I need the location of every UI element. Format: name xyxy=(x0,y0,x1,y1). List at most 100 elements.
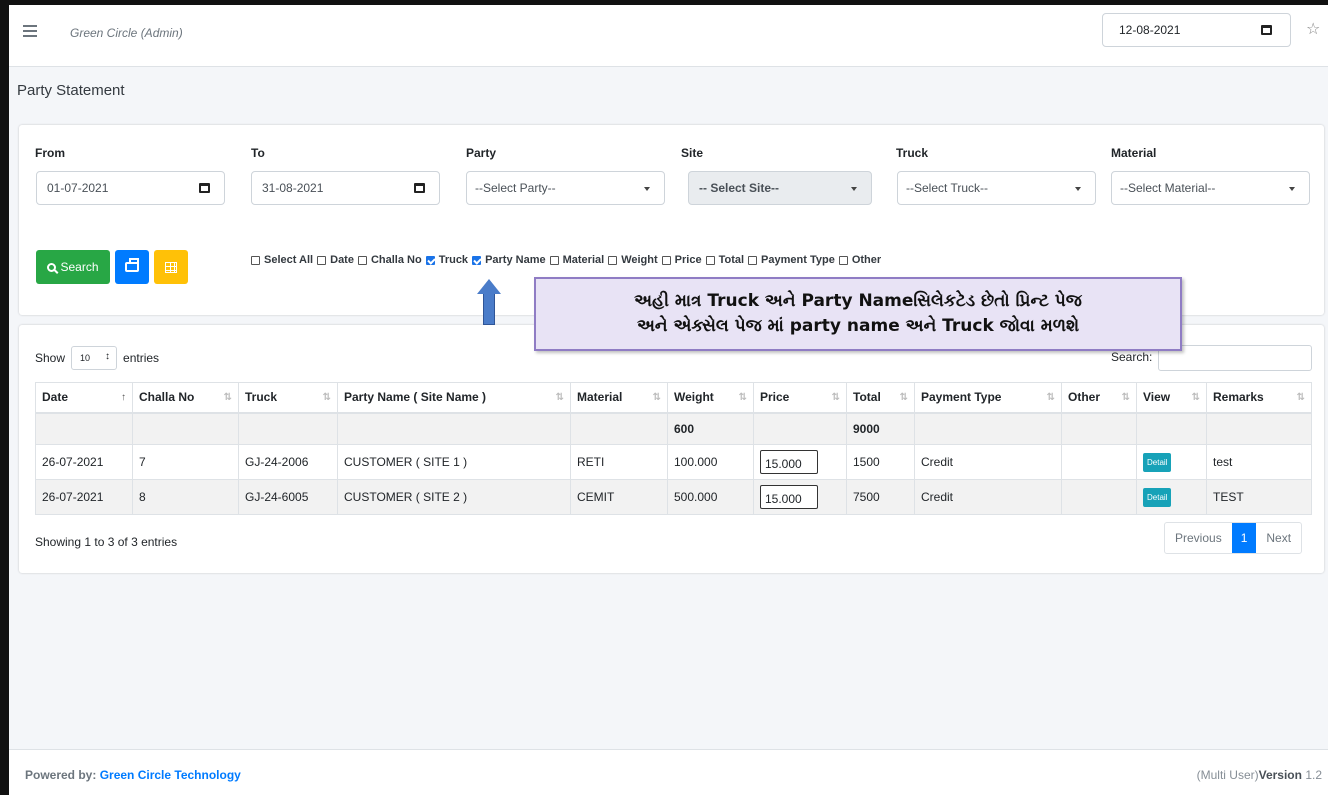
cell-remarks: TEST xyxy=(1206,479,1312,515)
checkbox[interactable] xyxy=(838,255,848,265)
table-header-row: Date ↑ Challa No ⇅ Truck ⇅ Party Name ( Sit… xyxy=(35,382,1312,414)
col-challa-no[interactable]: Challa No ⇅ xyxy=(132,382,239,414)
edition-label: (Multi User) xyxy=(1196,768,1259,782)
star-icon[interactable]: ☆ xyxy=(1306,19,1320,39)
page-length: Show 10 entries xyxy=(35,346,159,370)
annotation-callout: અહી માત્ર Truck અને Party Nameસિલેકટેડ છ… xyxy=(534,277,1182,351)
cell-total: 7500 xyxy=(846,479,915,515)
checkbox[interactable] xyxy=(251,255,260,265)
truck-select[interactable]: --Select Truck-- xyxy=(897,171,1096,205)
price-input[interactable]: 15.000 xyxy=(760,450,818,474)
cell-payment-type: Credit xyxy=(914,444,1062,480)
checkbox[interactable] xyxy=(608,255,618,265)
check-total[interactable]: Total xyxy=(705,254,744,266)
col-truck[interactable]: Truck ⇅ xyxy=(238,382,338,414)
table-row: 26-07-2021 8 GJ-24-6005 CUSTOMER ( SITE … xyxy=(35,479,1312,515)
page-title: Party Statement xyxy=(17,82,125,99)
print-button[interactable] xyxy=(115,250,149,284)
check-select-all[interactable]: Select All xyxy=(251,254,313,266)
checkbox-checked[interactable] xyxy=(425,255,435,265)
version-info: (Multi User)Version 1.2 xyxy=(1197,768,1322,782)
col-weight[interactable]: Weight ⇅ xyxy=(667,382,754,414)
company-link[interactable]: Green Circle Technology xyxy=(100,768,241,782)
calendar-icon[interactable] xyxy=(199,183,210,193)
version-number: 1.2 xyxy=(1305,768,1322,782)
top-navbar: Green Circle (Admin) 12-08-2021 ☆ xyxy=(9,5,1328,67)
sort-icon: ⇅ xyxy=(1121,392,1130,403)
price-input[interactable]: 15.000 xyxy=(760,485,818,509)
col-date[interactable]: Date ↑ xyxy=(35,382,133,414)
sort-icon: ⇅ xyxy=(555,392,564,403)
excel-icon xyxy=(165,261,177,273)
print-icon xyxy=(125,258,139,272)
checkbox[interactable] xyxy=(661,255,671,265)
check-payment-type[interactable]: Payment Type xyxy=(748,254,835,266)
excel-button[interactable] xyxy=(154,250,188,284)
checkbox[interactable] xyxy=(317,255,327,265)
col-party-name[interactable]: Party Name ( Site Name ) ⇅ xyxy=(337,382,571,414)
detail-button[interactable]: Detail xyxy=(1143,487,1172,507)
cell-truck: GJ-24-2006 xyxy=(238,444,338,480)
version-label: Version xyxy=(1258,768,1302,782)
totals-row: 600 9000 xyxy=(35,412,1312,445)
pagination: Previous 1 Next xyxy=(1164,522,1303,554)
check-material[interactable]: Material xyxy=(549,254,604,266)
next-button[interactable]: Next xyxy=(1256,523,1301,553)
footer: Powered by: Green Circle Technology (Mul… xyxy=(9,749,1328,795)
site-select[interactable]: -- Select Site-- xyxy=(688,171,872,205)
brand-title: Green Circle (Admin) xyxy=(70,26,183,40)
col-payment-type[interactable]: Payment Type ⇅ xyxy=(914,382,1062,414)
calendar-icon[interactable] xyxy=(1261,25,1272,35)
sort-asc-icon: ↑ xyxy=(121,392,126,403)
hamburger-icon[interactable] xyxy=(23,25,37,37)
page-length-select[interactable]: 10 xyxy=(71,346,118,370)
check-other[interactable]: Other xyxy=(838,254,881,266)
detail-button[interactable]: Detail xyxy=(1143,452,1172,472)
party-select[interactable]: --Select Party-- xyxy=(466,171,665,205)
header-date-input[interactable]: 12-08-2021 xyxy=(1102,13,1291,47)
page-button-1[interactable]: 1 xyxy=(1231,523,1257,553)
checkbox[interactable] xyxy=(549,255,559,265)
check-challa-no[interactable]: Challa No xyxy=(357,254,422,266)
table-info: Showing 1 to 3 of 3 entries xyxy=(35,535,178,549)
truck-select-value: --Select Truck-- xyxy=(906,181,989,195)
check-date[interactable]: Date xyxy=(317,254,354,266)
from-date-input[interactable]: 01-07-2021 xyxy=(36,171,225,205)
checkbox[interactable] xyxy=(705,255,715,265)
cell-material: RETI xyxy=(570,444,668,480)
arrow-up-icon xyxy=(477,279,501,325)
cell-date: 26-07-2021 xyxy=(35,444,133,480)
check-weight[interactable]: Weight xyxy=(608,254,658,266)
check-price[interactable]: Price xyxy=(661,254,702,266)
sort-icon: ⇅ xyxy=(1296,392,1305,403)
cell-date: 26-07-2021 xyxy=(35,479,133,515)
checkbox[interactable] xyxy=(357,255,367,265)
to-date-input[interactable]: 31-08-2021 xyxy=(251,171,440,205)
material-select-value: --Select Material-- xyxy=(1120,181,1216,195)
cell-challa-no: 8 xyxy=(132,479,239,515)
col-other[interactable]: Other ⇅ xyxy=(1061,382,1137,414)
check-truck[interactable]: Truck xyxy=(425,254,468,266)
col-material[interactable]: Material ⇅ xyxy=(570,382,668,414)
from-date-value: 01-07-2021 xyxy=(47,181,109,195)
col-price[interactable]: Price ⇅ xyxy=(753,382,847,414)
results-card: Show 10 entries Search: Date↑ Challa No⇅… xyxy=(19,325,1324,573)
search-button[interactable]: Search xyxy=(36,250,110,284)
site-label: Site xyxy=(681,146,704,160)
show-label: Show xyxy=(35,351,66,365)
screen-frame-left xyxy=(0,0,9,795)
sort-icon: ⇅ xyxy=(1191,392,1200,403)
previous-button[interactable]: Previous xyxy=(1165,523,1232,553)
chevron-down-icon xyxy=(851,187,857,191)
col-view[interactable]: View ⇅ xyxy=(1136,382,1207,414)
check-party-name[interactable]: Party Name xyxy=(472,254,546,266)
cell-material: CEMIT xyxy=(570,479,668,515)
calendar-icon[interactable] xyxy=(414,183,425,193)
checkbox[interactable] xyxy=(748,255,758,265)
table-row: 26-07-2021 7 GJ-24-2006 CUSTOMER ( SITE … xyxy=(35,444,1312,480)
col-remarks[interactable]: Remarks ⇅ xyxy=(1206,382,1312,414)
material-select[interactable]: --Select Material-- xyxy=(1111,171,1310,205)
col-total[interactable]: Total ⇅ xyxy=(846,382,915,414)
sort-icon: ⇅ xyxy=(831,392,840,403)
checkbox-checked[interactable] xyxy=(472,255,482,265)
